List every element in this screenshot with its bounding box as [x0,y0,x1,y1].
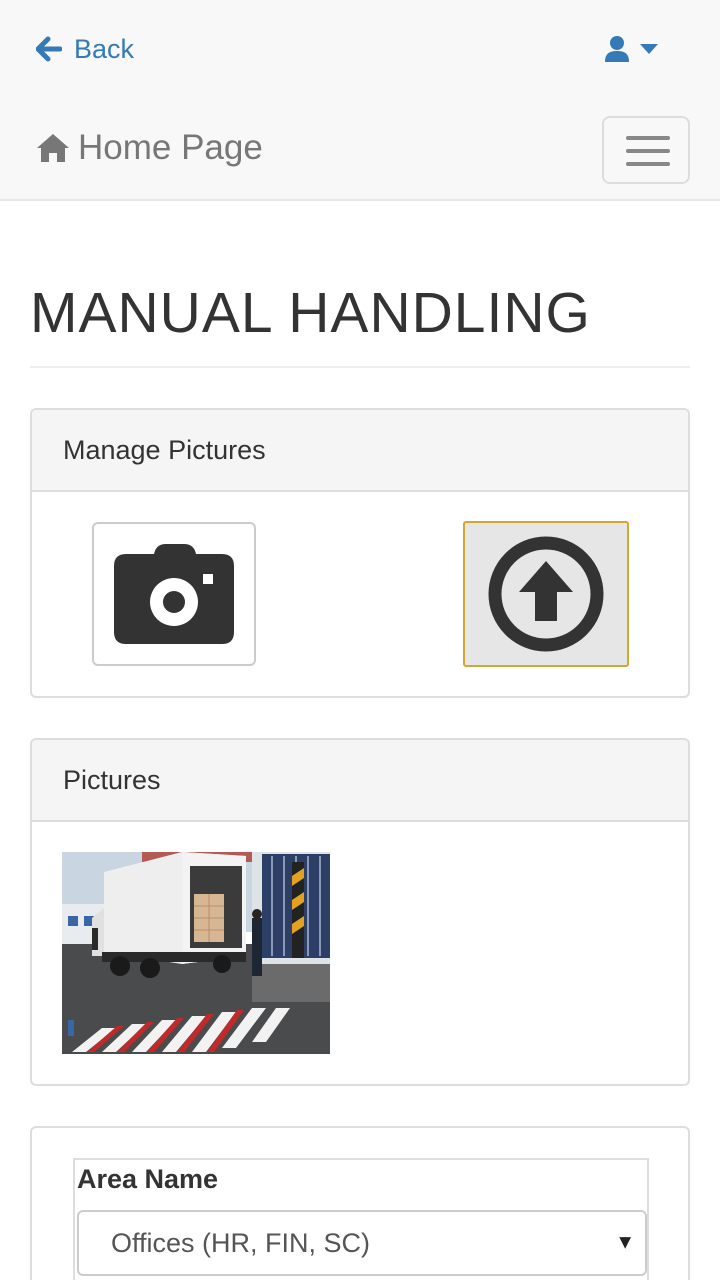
user-menu-dropdown[interactable] [604,30,658,68]
take-photo-button[interactable] [92,522,256,666]
back-label: Back [74,33,135,64]
home-icon [37,134,69,162]
hamburger-icon [626,149,670,153]
area-name-label: Area Name [77,1164,219,1194]
manage-pictures-heading: Manage Pictures [32,410,688,492]
area-name-select[interactable]: Offices (HR, FIN, SC) ▼ [77,1210,647,1276]
pictures-panel: Pictures [30,738,690,1086]
pictures-heading: Pictures [32,740,688,822]
home-page-link[interactable]: Home Page [36,124,263,172]
hamburger-icon [626,162,670,166]
navbar: Back Home Page [0,0,720,201]
hamburger-icon [626,136,670,140]
camera-icon [114,544,234,644]
area-form-panel: Area Name Offices (HR, FIN, SC) ▼ [30,1126,690,1280]
area-name-field: Area Name Offices (HR, FIN, SC) ▼ [73,1158,649,1280]
picture-thumbnail[interactable] [62,852,330,1054]
arrow-circle-up-icon [488,536,604,652]
upload-photo-button[interactable] [463,521,629,667]
brand-label: Home Page [78,128,263,167]
user-icon [604,35,630,63]
menu-toggle-button[interactable] [602,116,690,184]
manage-pictures-panel: Manage Pictures [30,408,690,698]
page-title: MANUAL HANDLING [30,281,591,345]
back-link[interactable]: Back [36,30,134,68]
arrow-left-icon [36,36,62,62]
triangle-down-icon: ▼ [615,1231,635,1254]
caret-down-icon [640,44,658,54]
area-name-value: Offices (HR, FIN, SC) [111,1227,371,1258]
title-divider [30,366,690,368]
